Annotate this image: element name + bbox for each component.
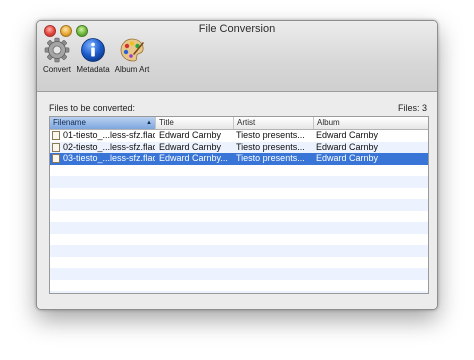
empty-row bbox=[50, 199, 428, 211]
album-cell: Edward Carnby bbox=[316, 141, 379, 152]
content-area: Files to be converted: Files: 3 Filename… bbox=[37, 92, 437, 309]
album-cell: Edward Carnby bbox=[316, 153, 379, 163]
files-count: Files: 3 bbox=[397, 103, 427, 113]
empty-row bbox=[50, 165, 428, 177]
artist-cell: Tiesto presents... bbox=[236, 141, 305, 152]
file-conversion-window: File Conversion Convert Metadata Album A… bbox=[36, 20, 438, 310]
metadata-label: Metadata bbox=[76, 65, 110, 74]
info-icon bbox=[80, 37, 106, 63]
convert-button[interactable]: Convert bbox=[41, 37, 73, 74]
empty-row bbox=[50, 176, 428, 188]
column-filename[interactable]: Filename ▲ bbox=[50, 117, 156, 129]
column-filename-label: Filename bbox=[53, 118, 86, 127]
column-artist[interactable]: Artist bbox=[234, 117, 314, 129]
album-art-label: Album Art bbox=[114, 65, 150, 74]
convert-label: Convert bbox=[42, 65, 71, 74]
filename-cell: 03-tiesto_...less-sfz.flac bbox=[63, 153, 155, 163]
filename-cell: 02-tiesto_...less-sfz.flac bbox=[63, 141, 155, 152]
title-cell: Edward Carnby bbox=[159, 130, 222, 140]
empty-row bbox=[50, 245, 428, 257]
sort-ascending-icon: ▲ bbox=[146, 120, 152, 126]
title-cell: Edward Carnby bbox=[159, 141, 222, 152]
table-header: Filename ▲ Title Artist Album bbox=[50, 117, 428, 130]
palette-icon bbox=[119, 37, 145, 63]
title-toolbar: File Conversion Convert Metadata Album A… bbox=[37, 21, 437, 92]
empty-row bbox=[50, 257, 428, 269]
metadata-button[interactable]: Metadata bbox=[75, 37, 111, 74]
empty-row bbox=[50, 222, 428, 234]
filename-cell: 01-tiesto_...less-sfz.flac bbox=[63, 130, 155, 140]
flac-file-icon bbox=[52, 154, 60, 163]
window-title: File Conversion bbox=[198, 23, 276, 35]
empty-row bbox=[50, 188, 428, 200]
flac-file-icon bbox=[52, 131, 60, 140]
column-title[interactable]: Title bbox=[156, 117, 234, 129]
title-cell: Edward Carnby... bbox=[159, 153, 228, 163]
files-label: Files to be converted: bbox=[49, 103, 136, 113]
empty-row bbox=[50, 280, 428, 292]
gear-icon bbox=[44, 37, 70, 63]
empty-row bbox=[50, 234, 428, 246]
artist-cell: Tiesto presents... bbox=[236, 130, 305, 140]
album-cell: Edward Carnby bbox=[316, 130, 379, 140]
empty-row bbox=[50, 211, 428, 223]
table-row[interactable]: 01-tiesto_...less-sfz.flac Edward Carnby… bbox=[50, 130, 428, 142]
table-row[interactable]: 02-tiesto_...less-sfz.flac Edward Carnby… bbox=[50, 141, 428, 153]
empty-row bbox=[50, 291, 428, 293]
album-art-button[interactable]: Album Art bbox=[113, 37, 151, 74]
files-table[interactable]: Filename ▲ Title Artist Album 01-tiesto_… bbox=[49, 116, 429, 294]
table-row-selected[interactable]: 03-tiesto_...less-sfz.flac Edward Carnby… bbox=[50, 153, 428, 165]
column-album[interactable]: Album bbox=[314, 117, 428, 129]
artist-cell: Tiesto presents... bbox=[236, 153, 305, 163]
empty-row bbox=[50, 268, 428, 280]
flac-file-icon bbox=[52, 142, 60, 152]
